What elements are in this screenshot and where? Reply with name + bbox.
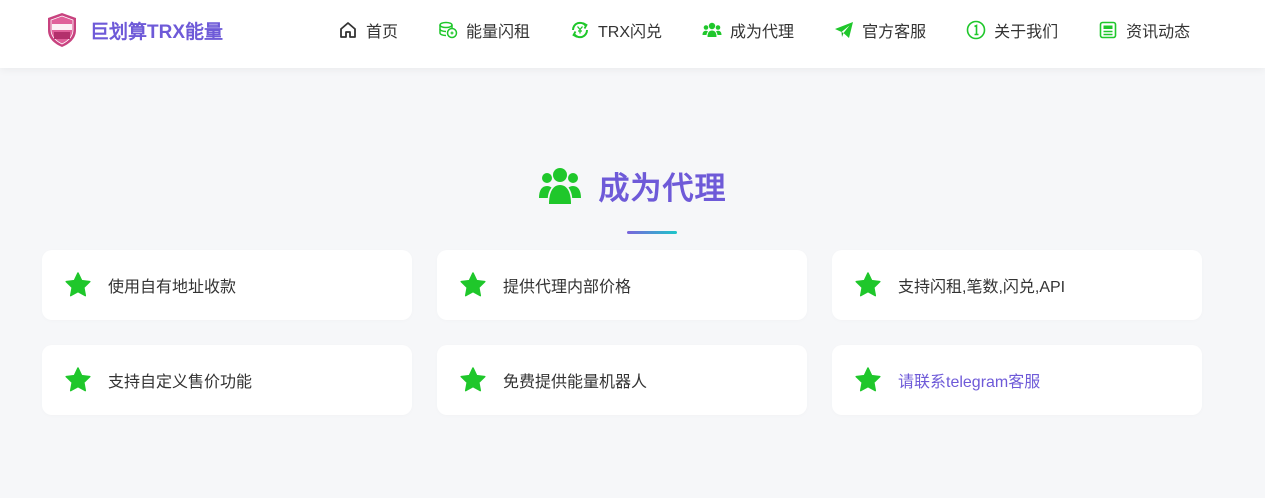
nav-label: 资讯动态: [1126, 24, 1191, 41]
top-navbar: 巨划算TRX能量 首页 能量闪租 TRX闪兑 成为代理 官方客服 关于我们 资讯…: [0, 0, 1265, 68]
star-icon: [855, 367, 881, 392]
star-icon: [460, 272, 486, 297]
nav-label: 首页: [366, 24, 399, 41]
users-icon: [538, 168, 581, 204]
coins-icon: [439, 21, 458, 39]
shield-logo-icon: [48, 13, 76, 47]
feature-card: 免费提供能量机器人: [437, 345, 807, 415]
title-underline: [627, 231, 677, 234]
feature-card-contact[interactable]: 请联系telegram客服: [832, 345, 1202, 415]
nav-item-news[interactable]: 资讯动态: [1098, 18, 1190, 42]
paper-plane-icon: [835, 22, 854, 38]
feature-text: 提供代理内部价格: [503, 279, 632, 296]
nav-item-become-agent[interactable]: 成为代理: [702, 18, 794, 42]
nav-item-trx-exchange[interactable]: TRX闪兑: [570, 18, 662, 42]
nav-label: 成为代理: [730, 24, 795, 41]
news-icon: [1099, 21, 1117, 39]
feature-text: 支持自定义售价功能: [108, 374, 253, 391]
telegram-support-link[interactable]: 请联系telegram客服: [898, 368, 1040, 392]
star-icon: [460, 367, 486, 392]
main-nav: 首页 能量闪租 TRX闪兑 成为代理 官方客服 关于我们 资讯动态: [338, 18, 1190, 42]
star-icon: [855, 272, 881, 297]
exchange-icon: [572, 21, 589, 39]
nav-label: 能量闪租: [466, 24, 531, 41]
brand-name: 巨划算TRX能量: [90, 21, 224, 43]
nav-item-official-support[interactable]: 官方客服: [834, 18, 926, 42]
star-icon: [65, 272, 91, 297]
feature-text: 使用自有地址收款: [108, 279, 237, 296]
feature-card: 使用自有地址收款: [42, 250, 412, 320]
nav-label: 关于我们: [994, 24, 1059, 41]
info-icon: [966, 20, 986, 40]
nav-item-energy-rent[interactable]: 能量闪租: [438, 18, 530, 42]
users-icon: [702, 22, 722, 37]
brand[interactable]: 巨划算TRX能量: [46, 12, 223, 48]
star-icon: [65, 367, 91, 392]
nav-label: TRX闪兑: [598, 24, 663, 41]
nav-item-about-us[interactable]: 关于我们: [966, 18, 1058, 42]
nav-item-home[interactable]: 首页: [338, 18, 398, 42]
feature-text: 支持闪租,笔数,闪兑,API: [898, 279, 1066, 296]
nav-label: 官方客服: [862, 24, 927, 41]
feature-card: 提供代理内部价格: [437, 250, 807, 320]
section-title: 成为代理: [0, 160, 1265, 210]
feature-card: 支持自定义售价功能: [42, 345, 412, 415]
feature-card: 支持闪租,笔数,闪兑,API: [832, 250, 1202, 320]
feature-text: 免费提供能量机器人: [503, 374, 648, 391]
page-title: 成为代理: [598, 170, 727, 206]
home-icon: [340, 22, 356, 38]
